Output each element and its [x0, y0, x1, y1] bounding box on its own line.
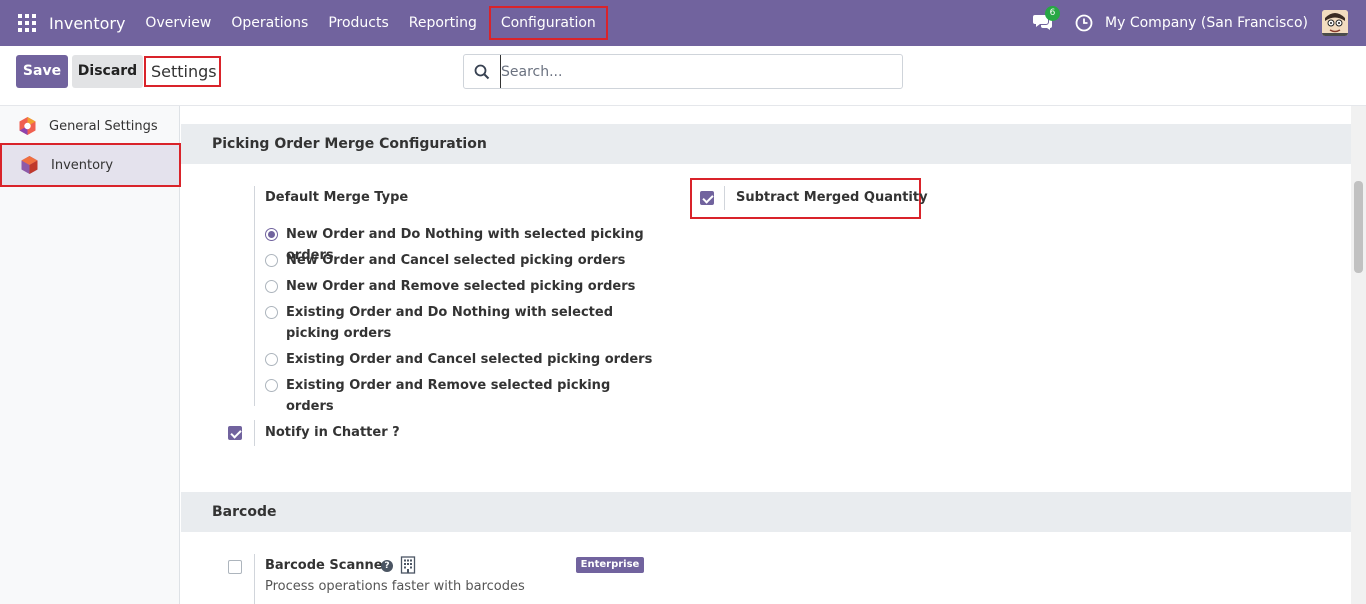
sidebar-label-inventory: Inventory: [51, 157, 114, 173]
control-panel: Save Discard Settings: [0, 46, 1366, 106]
merge-option-5[interactable]: Existing Order and Cancel selected picki…: [265, 349, 655, 370]
save-button[interactable]: Save: [16, 55, 68, 88]
notify-in-chatter-label: Notify in Chatter ?: [265, 425, 400, 440]
chat-count-badge: 6: [1045, 6, 1061, 21]
radio-button[interactable]: [265, 254, 278, 267]
general-settings-app-icon: [19, 117, 36, 135]
merge-option-2[interactable]: New Order and Cancel selected picking or…: [265, 250, 655, 271]
subtract-divider: [724, 186, 725, 210]
merge-type-label: Default Merge Type: [265, 190, 409, 205]
content-scrollbar[interactable]: [1351, 106, 1366, 604]
merge-type-divider: [254, 186, 255, 406]
search-box: [463, 54, 903, 89]
barcode-scanner-label: Barcode Scanner: [265, 558, 389, 573]
merge-option-4[interactable]: Existing Order and Do Nothing with selec…: [265, 302, 635, 344]
settings-sidebar: General Settings Inventory: [0, 106, 181, 604]
radio-button[interactable]: [265, 353, 278, 366]
settings-content: Picking Order Merge Configuration Defaul…: [181, 106, 1351, 604]
sidebar-label-general-settings: General Settings: [49, 118, 158, 134]
building-icon: [400, 556, 416, 574]
notify-divider: [254, 420, 255, 446]
section-title-picking: Picking Order Merge Configuration: [181, 124, 1351, 164]
subtract-merged-quantity-label: Subtract Merged Quantity: [736, 190, 928, 205]
radio-button[interactable]: [265, 306, 278, 319]
merge-option-label: New Order and Cancel selected picking or…: [286, 253, 626, 268]
search-icon: [474, 64, 490, 80]
barcode-divider: [254, 554, 255, 604]
breadcrumb-settings: Settings: [144, 56, 221, 87]
merge-option-6[interactable]: Existing Order and Remove selected picki…: [265, 375, 655, 417]
radio-button[interactable]: [265, 280, 278, 293]
menu-configuration[interactable]: Configuration: [488, 6, 608, 40]
radio-button[interactable]: [265, 379, 278, 392]
search-input[interactable]: [500, 55, 890, 88]
menu-products[interactable]: Products: [318, 8, 398, 38]
sidebar-item-general-settings[interactable]: General Settings: [0, 106, 179, 146]
barcode-scanner-checkbox[interactable]: [228, 560, 242, 574]
messaging-button[interactable]: 6: [1033, 6, 1061, 33]
app-grid-icon[interactable]: [18, 14, 36, 32]
inventory-app-icon: [21, 156, 38, 174]
merge-option-3[interactable]: New Order and Remove selected picking or…: [265, 276, 655, 297]
barcode-scanner-description: Process operations faster with barcodes: [265, 579, 525, 594]
enterprise-badge: Enterprise: [576, 557, 644, 573]
menu-reporting[interactable]: Reporting: [399, 8, 487, 38]
activity-clock-icon[interactable]: [1075, 14, 1093, 32]
user-avatar[interactable]: [1322, 10, 1348, 36]
company-switcher[interactable]: My Company (San Francisco): [1105, 15, 1308, 31]
menu-overview[interactable]: Overview: [135, 8, 221, 38]
scrollbar-thumb[interactable]: [1354, 181, 1363, 273]
help-icon[interactable]: ?: [381, 560, 393, 572]
discard-button[interactable]: Discard: [72, 55, 143, 88]
notify-in-chatter-checkbox[interactable]: [228, 426, 242, 440]
merge-option-label: Existing Order and Remove selected picki…: [286, 378, 611, 414]
section-title-barcode: Barcode: [181, 492, 1351, 532]
avatar-face-icon: [1322, 10, 1348, 36]
menu-operations[interactable]: Operations: [221, 8, 318, 38]
app-brand[interactable]: Inventory: [49, 14, 125, 33]
sidebar-item-inventory[interactable]: Inventory: [0, 143, 181, 187]
merge-option-label: New Order and Remove selected picking or…: [286, 279, 636, 294]
merge-option-label: Existing Order and Cancel selected picki…: [286, 352, 653, 367]
radio-button[interactable]: [265, 228, 278, 241]
top-navbar: Inventory Overview Operations Products R…: [0, 0, 1366, 46]
merge-option-label: Existing Order and Do Nothing with selec…: [286, 305, 613, 341]
subtract-merged-quantity-checkbox[interactable]: [700, 191, 714, 205]
